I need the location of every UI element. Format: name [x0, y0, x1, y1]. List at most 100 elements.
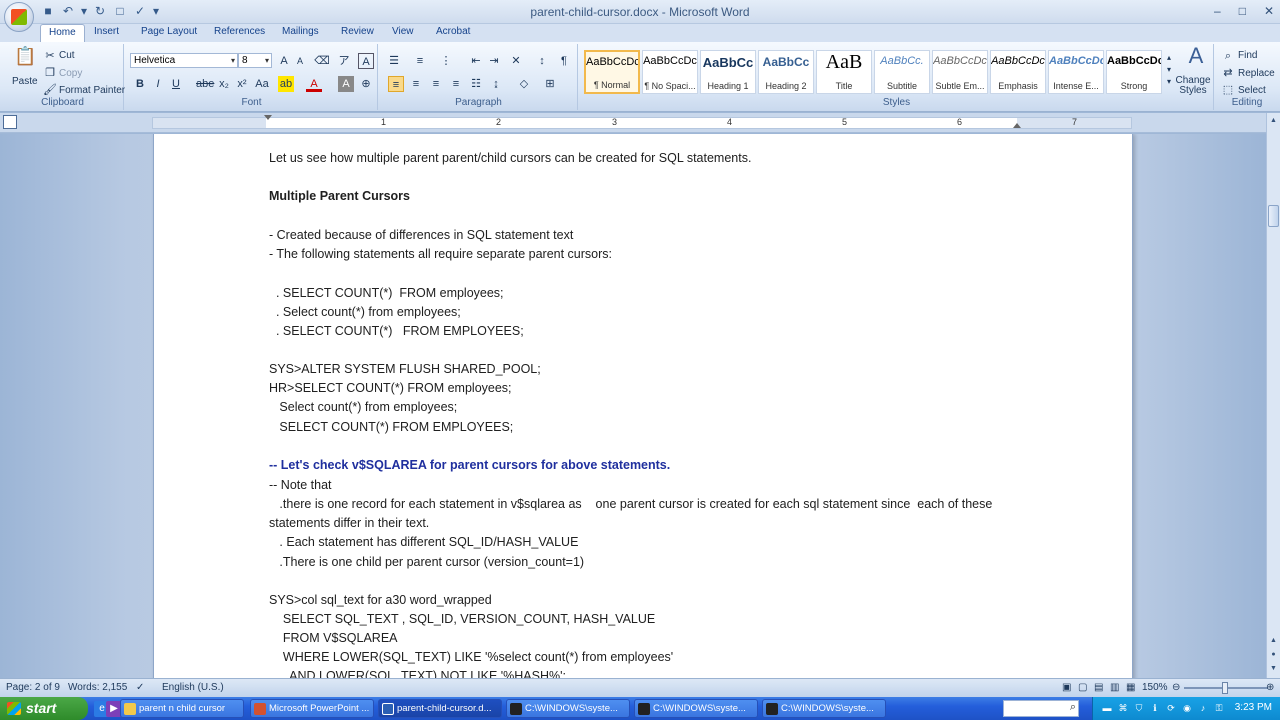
style-heading-2[interactable]: AaBbCc Heading 2: [758, 50, 814, 94]
scroll-down-icon[interactable]: ▼: [1268, 663, 1279, 674]
zoom-out-icon[interactable]: ⊖: [1172, 682, 1180, 693]
phonetic-guide-icon[interactable]: ア: [336, 53, 352, 69]
tab-review[interactable]: Review: [341, 26, 374, 37]
taskbar-cmd-2[interactable]: C:\WINDOWS\syste...: [634, 699, 758, 718]
tab-insert[interactable]: Insert: [94, 26, 119, 37]
view-web-layout-icon[interactable]: ▤: [1094, 682, 1103, 693]
minimize-icon[interactable]: –: [1214, 4, 1221, 18]
ruler-toggle-button[interactable]: [3, 115, 17, 129]
view-draft-icon[interactable]: ▦: [1126, 682, 1135, 693]
search-icon[interactable]: ⌕: [1070, 701, 1076, 714]
show-hide-icon[interactable]: ¶: [556, 53, 572, 69]
subscript-icon[interactable]: x₂: [216, 76, 232, 92]
taskbar-word[interactable]: parent-child-cursor.d...: [378, 699, 502, 718]
align-center-icon[interactable]: ≡: [408, 76, 424, 92]
change-case-icon[interactable]: Aa: [254, 76, 270, 92]
first-line-indent-marker[interactable]: [264, 115, 272, 120]
style-heading-1[interactable]: AaBbCc Heading 1: [700, 50, 756, 94]
view-full-screen-icon[interactable]: ▢: [1078, 682, 1087, 693]
character-border-icon[interactable]: A: [358, 53, 374, 69]
style-no-spacing[interactable]: AaBbCcDc ¶ No Spaci...: [642, 50, 698, 94]
tray-shield-icon[interactable]: ⛉: [1133, 702, 1145, 714]
change-styles-button[interactable]: Change Styles: [1174, 76, 1212, 96]
zoom-in-icon[interactable]: ⊕: [1266, 682, 1274, 693]
paste-icon[interactable]: 📋: [14, 47, 36, 72]
shading-icon[interactable]: ◇: [516, 76, 532, 92]
style-subtle-emphasis[interactable]: AaBbCcDc Subtle Em...: [932, 50, 988, 94]
format-painter-button[interactable]: Format Painter: [59, 85, 125, 96]
font-color-icon[interactable]: A: [306, 76, 322, 92]
tray-network-icon[interactable]: ⌘: [1117, 702, 1129, 714]
strikethrough-icon[interactable]: abe: [196, 76, 214, 92]
grow-font-icon[interactable]: A: [276, 53, 292, 69]
character-shading-icon[interactable]: A: [338, 76, 354, 92]
justify-icon[interactable]: ≡: [448, 76, 464, 92]
shrink-font-icon[interactable]: A: [292, 53, 308, 69]
tab-mailings[interactable]: Mailings: [282, 26, 319, 37]
align-left-icon[interactable]: ≡: [388, 76, 404, 92]
multilevel-list-icon[interactable]: ⋮: [438, 53, 454, 69]
paste-button[interactable]: Paste: [12, 76, 38, 87]
text-highlight-icon[interactable]: ab: [278, 76, 294, 92]
sort-icon[interactable]: ↕: [534, 53, 550, 69]
scrollbar-thumb[interactable]: [1268, 205, 1279, 227]
tab-view[interactable]: View: [392, 26, 414, 37]
superscript-icon[interactable]: x²: [234, 76, 250, 92]
increase-indent-icon[interactable]: ⇥: [486, 53, 502, 69]
tab-acrobat[interactable]: Acrobat: [436, 26, 470, 37]
taskbar-cmd-3[interactable]: C:\WINDOWS\syste...: [762, 699, 886, 718]
scroll-up-icon[interactable]: ▲: [1268, 635, 1279, 646]
bold-icon[interactable]: B: [132, 76, 148, 92]
taskbar-cmd-1[interactable]: C:\WINDOWS\syste...: [506, 699, 630, 718]
cut-button[interactable]: Cut: [59, 50, 75, 61]
taskbar-powerpoint[interactable]: Microsoft PowerPoint ...: [250, 699, 374, 718]
numbering-icon[interactable]: ≡: [412, 53, 428, 69]
vertical-scrollbar[interactable]: ▲ ▲ ● ▼: [1266, 113, 1280, 678]
tab-home[interactable]: Home: [40, 24, 85, 43]
style-strong[interactable]: AaBbCcDc Strong: [1106, 50, 1162, 94]
proofing-icon[interactable]: ✓: [136, 682, 144, 693]
start-button[interactable]: start: [0, 697, 88, 720]
copy-button[interactable]: Copy: [59, 68, 82, 79]
tray-info-icon[interactable]: ℹ: [1149, 702, 1161, 714]
tray-minimize-icon[interactable]: ▬: [1101, 702, 1113, 714]
style-intense-emphasis[interactable]: AaBbCcDc Intense E...: [1048, 50, 1104, 94]
clear-formatting-icon[interactable]: ⌫: [314, 53, 330, 69]
font-size-field[interactable]: 8 ▾: [238, 53, 272, 68]
tray-lock-icon[interactable]: ⚿: [1213, 702, 1225, 714]
language-indicator[interactable]: English (U.S.): [162, 682, 224, 693]
borders-icon[interactable]: ⊞: [542, 76, 558, 92]
text-direction-icon[interactable]: ✕: [508, 53, 524, 69]
style-subtitle[interactable]: AaBbCc. Subtitle: [874, 50, 930, 94]
italic-icon[interactable]: I: [150, 76, 166, 92]
font-name-dropdown-icon[interactable]: ▾: [231, 54, 235, 67]
font-name-field[interactable]: Helvetica ▾: [130, 53, 238, 68]
select-button[interactable]: Select: [1238, 85, 1266, 96]
style-emphasis[interactable]: AaBbCcDc Emphasis: [990, 50, 1046, 94]
styles-scroll-icon[interactable]: ▴ ▾ ▾: [1164, 52, 1174, 88]
word-count[interactable]: Words: 2,155: [68, 682, 127, 693]
distributed-icon[interactable]: ☷: [468, 76, 484, 92]
select-browse-object-icon[interactable]: ●: [1268, 649, 1279, 660]
zoom-level[interactable]: 150%: [1142, 682, 1168, 693]
align-right-icon[interactable]: ≡: [428, 76, 444, 92]
taskbar-folder[interactable]: parent n child cursor: [120, 699, 244, 718]
bullets-icon[interactable]: ☰: [386, 53, 402, 69]
document-page[interactable]: Let us see how multiple parent parent/ch…: [153, 134, 1133, 678]
maximize-icon[interactable]: □: [1239, 4, 1246, 18]
tray-volume-icon[interactable]: ♪: [1197, 702, 1209, 714]
close-icon[interactable]: ✕: [1264, 4, 1274, 18]
change-styles-icon[interactable]: A: [1184, 45, 1208, 72]
office-button[interactable]: [4, 2, 34, 32]
tab-page-layout[interactable]: Page Layout: [141, 26, 197, 37]
replace-button[interactable]: Replace: [1238, 68, 1275, 79]
tab-references[interactable]: References: [214, 26, 265, 37]
style-title[interactable]: AaB Title: [816, 50, 872, 94]
scroll-up-icon[interactable]: ▲: [1268, 115, 1279, 126]
underline-icon[interactable]: U: [168, 76, 184, 92]
horizontal-ruler[interactable]: 1 2 3 4 5 6 7: [152, 115, 1132, 129]
clock[interactable]: 3:23 PM: [1235, 702, 1272, 713]
decrease-indent-icon[interactable]: ⇤: [468, 53, 484, 69]
view-print-layout-icon[interactable]: ▣: [1062, 682, 1071, 693]
zoom-slider-thumb[interactable]: [1222, 682, 1228, 694]
